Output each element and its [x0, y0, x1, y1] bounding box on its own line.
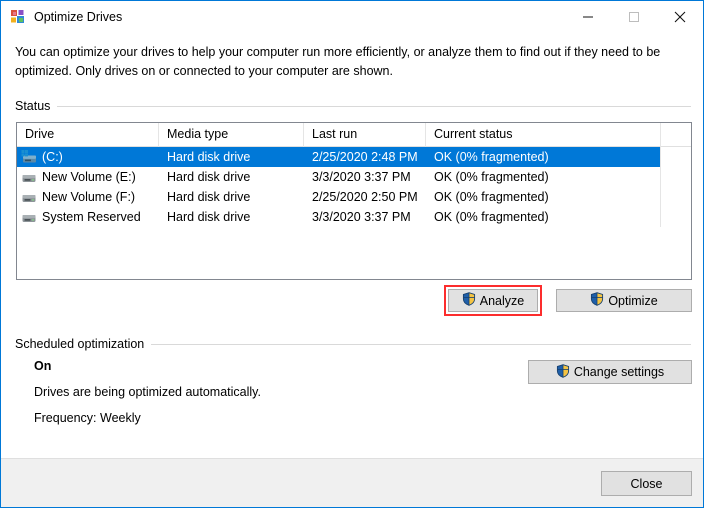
- cell-drive: New Volume (F:): [17, 187, 159, 207]
- defrag-icon: [10, 9, 26, 25]
- cell-last-run: 3/3/2020 3:37 PM: [312, 170, 411, 184]
- optimize-button[interactable]: Optimize: [556, 289, 692, 312]
- cell-drive: System Reserved: [17, 207, 159, 227]
- cell-current-status: OK (0% fragmented): [426, 167, 661, 187]
- shield-icon: [462, 292, 476, 309]
- drives-list[interactable]: Drive Media type Last run Current status…: [16, 122, 692, 280]
- drive-icon: [21, 189, 37, 205]
- analyze-button[interactable]: Analyze: [448, 289, 538, 312]
- cell-drive: (C:): [17, 147, 159, 167]
- cell-last-run: 3/3/2020 3:37 PM: [312, 210, 411, 224]
- cell-media-type: Hard disk drive: [167, 190, 251, 204]
- cell-current-status: OK (0% fragmented): [426, 207, 661, 227]
- description-text: You can optimize your drives to help you…: [15, 45, 661, 78]
- maximize-icon[interactable]: [611, 1, 657, 32]
- schedule-state: On: [34, 359, 52, 373]
- cell-current-status: OK (0% fragmented): [426, 147, 661, 167]
- cell-last-run: 2/25/2020 2:50 PM: [312, 190, 418, 204]
- column-header-drive[interactable]: Drive: [17, 123, 159, 147]
- cell-current-status: OK (0% fragmented): [426, 187, 661, 207]
- column-header-media-type[interactable]: Media type: [159, 123, 304, 147]
- optimize-drives-window: Optimize Drives You can optimize your dr: [0, 0, 704, 508]
- close-button[interactable]: Close: [601, 471, 692, 496]
- scheduled-label: Scheduled optimization: [15, 337, 145, 351]
- cell-drive: New Volume (E:): [17, 167, 159, 187]
- change-settings-label: Change settings: [573, 365, 665, 379]
- windows-drive-icon: [21, 149, 37, 165]
- table-row[interactable]: (C:) Hard disk drive 2/25/2020 2:48 PM OK (…: [17, 147, 661, 167]
- cell-drive-label: New Volume (E:): [42, 170, 136, 184]
- cell-media-type: Hard disk drive: [167, 170, 251, 184]
- change-settings-button[interactable]: Change settings: [528, 360, 692, 384]
- drives-rows: (C:) Hard disk drive 2/25/2020 2:48 PM OK (…: [17, 147, 691, 227]
- optimize-button-label: Optimize: [608, 293, 658, 308]
- schedule-frequency: Frequency: Weekly: [34, 411, 141, 425]
- shield-icon: [556, 363, 570, 381]
- close-icon[interactable]: [657, 1, 703, 32]
- column-header-row: Drive Media type Last run Current status: [17, 123, 691, 147]
- cell-drive-label: (C:): [42, 150, 63, 164]
- close-button-label: Close: [630, 476, 663, 491]
- status-group-header: Status: [15, 99, 691, 113]
- column-header-last-run[interactable]: Last run: [304, 123, 426, 147]
- analyze-button-label: Analyze: [479, 293, 525, 308]
- cell-media-type: Hard disk drive: [167, 210, 251, 224]
- drive-icon: [21, 169, 37, 185]
- window-controls: [565, 1, 703, 32]
- column-header-current-status[interactable]: Current status: [426, 123, 661, 147]
- drive-icon: [21, 209, 37, 225]
- table-row[interactable]: New Volume (E:) Hard disk drive 3/3/2020 3…: [17, 167, 661, 187]
- cell-drive-label: New Volume (F:): [42, 190, 136, 204]
- cell-media-type: Hard disk drive: [167, 150, 251, 164]
- cell-last-run: 2/25/2020 2:48 PM: [312, 150, 418, 164]
- table-row[interactable]: System Reserved Hard disk drive 3/3/2020 3…: [17, 207, 661, 227]
- title-bar: Optimize Drives: [1, 1, 703, 33]
- dialog-footer: [1, 458, 703, 507]
- window-title: Optimize Drives: [34, 10, 123, 24]
- status-label: Status: [15, 99, 51, 113]
- scheduled-group-header: Scheduled optimization: [15, 337, 691, 351]
- shield-icon: [590, 292, 604, 309]
- minimize-icon[interactable]: [565, 1, 611, 32]
- scheduled-divider: [151, 343, 691, 345]
- status-divider: [57, 105, 691, 107]
- schedule-detail: Drives are being optimized automatically…: [34, 385, 261, 399]
- table-row[interactable]: New Volume (F:) Hard disk drive 2/25/2020 …: [17, 187, 661, 207]
- cell-drive-label: System Reserved: [42, 210, 141, 224]
